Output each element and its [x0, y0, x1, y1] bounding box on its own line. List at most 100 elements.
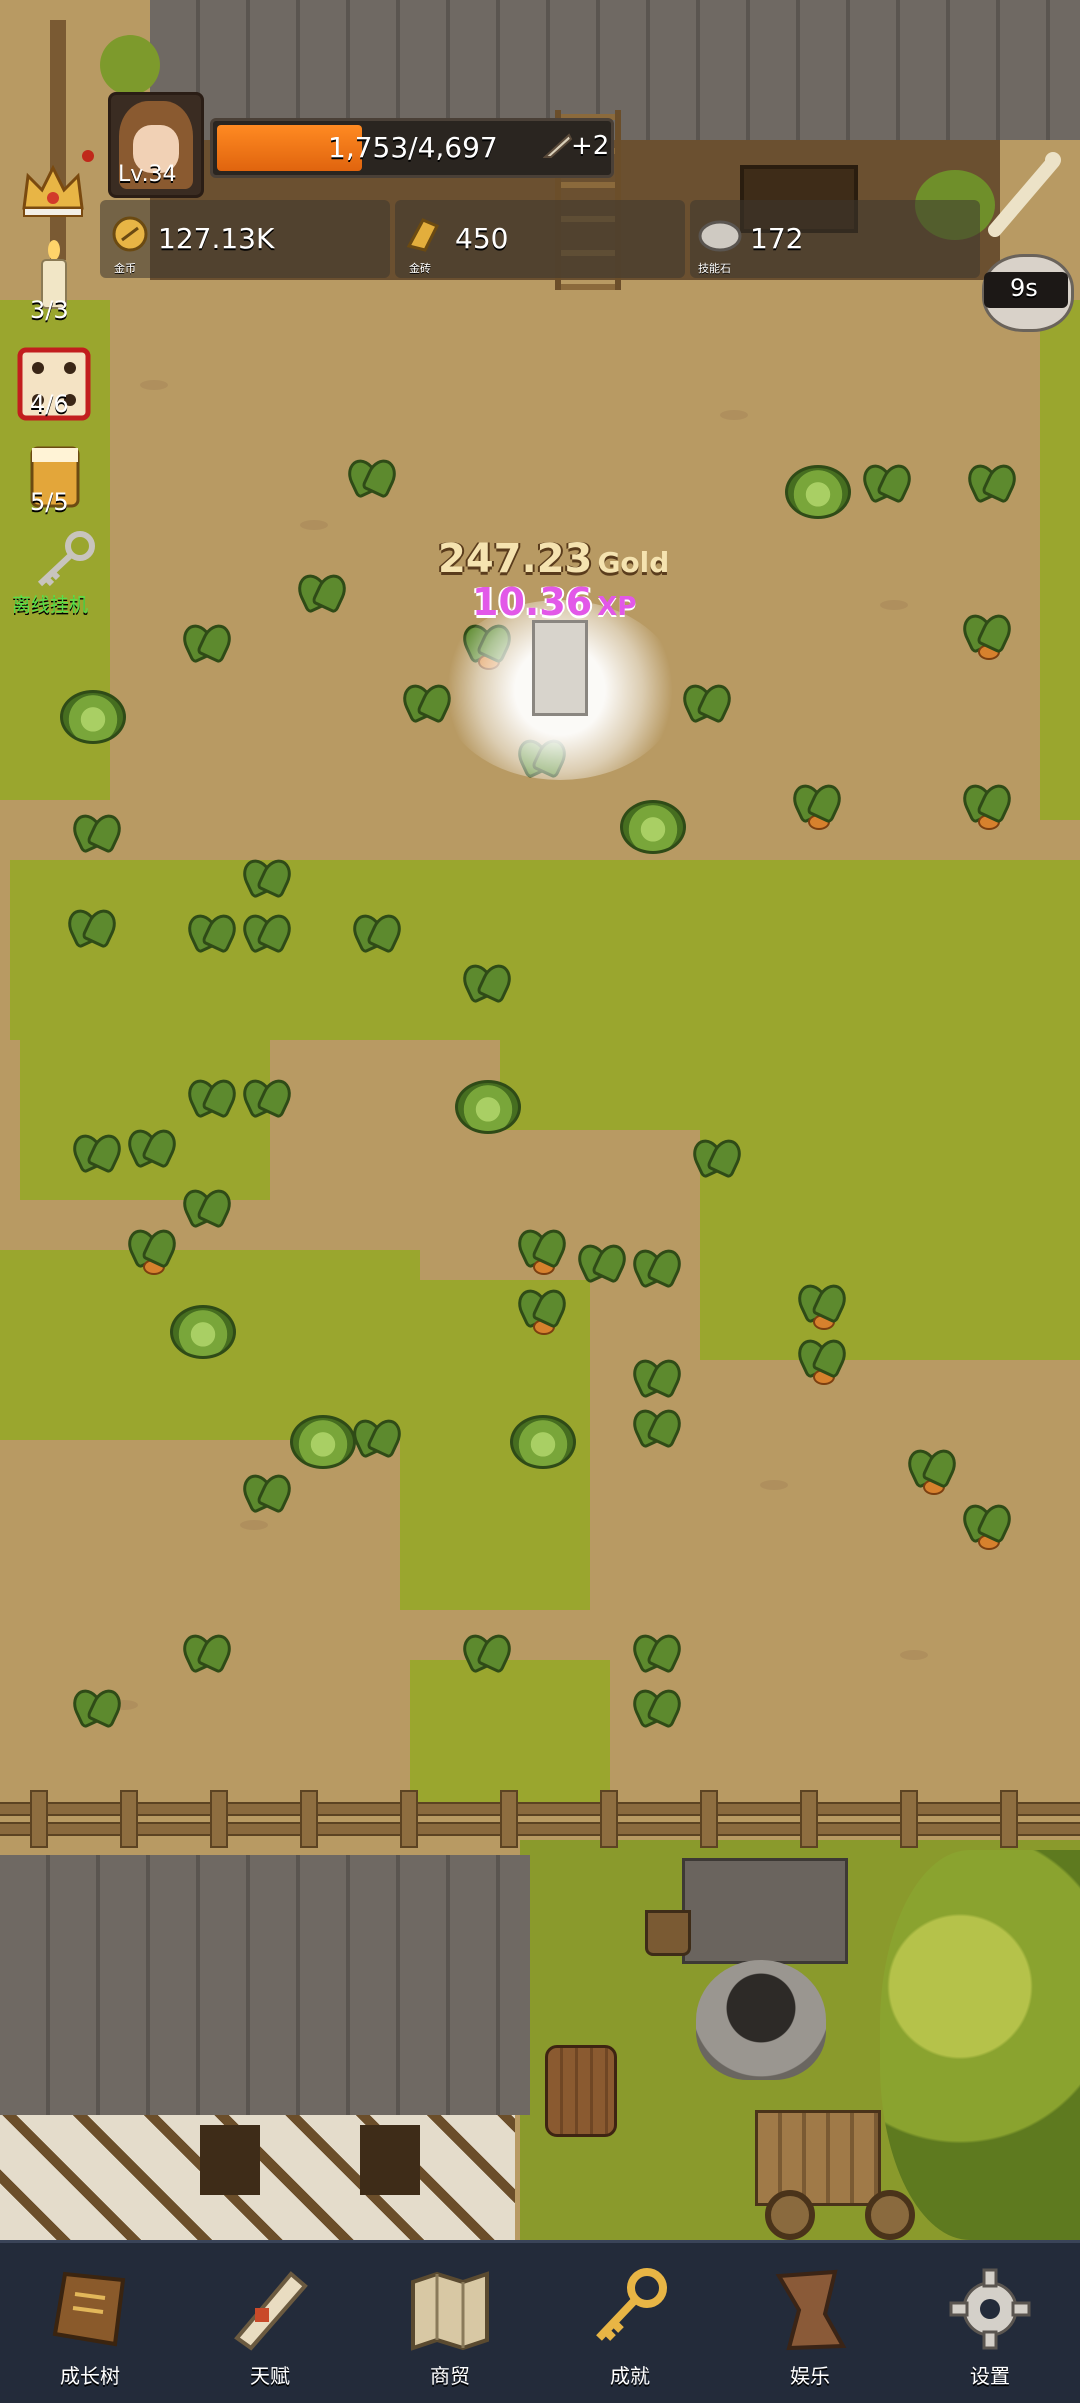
- timer-label: 9s: [1010, 274, 1038, 302]
- grass-patch: [1040, 300, 1080, 820]
- gold-coin-counter[interactable]: 127.13K 金币: [100, 200, 390, 278]
- sprout-plant[interactable]: [240, 1075, 294, 1121]
- offline-idle-button[interactable]: 离线挂机: [10, 530, 120, 620]
- cabbage-plant[interactable]: [620, 800, 686, 854]
- nav-settings[interactable]: 设置: [900, 2240, 1080, 2400]
- well[interactable]: [696, 1960, 826, 2080]
- sprout-plant[interactable]: [70, 1130, 124, 1176]
- oak-tree: [880, 1850, 1080, 2240]
- bone-icon: [985, 150, 1065, 244]
- gold-bar-value: 450: [455, 222, 509, 255]
- bone-button[interactable]: [985, 150, 1065, 240]
- carrot-root: [978, 814, 1000, 830]
- cart-wheel: [765, 2190, 815, 2240]
- candle-button[interactable]: 3/3: [22, 240, 82, 330]
- nav-entertainment[interactable]: 娱乐: [720, 2240, 900, 2400]
- sprout-plant[interactable]: [965, 460, 1019, 506]
- sprout-plant[interactable]: [460, 960, 514, 1006]
- carrot-plant[interactable]: [905, 1445, 959, 1495]
- candle-count: 3/3: [30, 296, 69, 324]
- sprout-plant[interactable]: [240, 910, 294, 956]
- sprout-plant[interactable]: [690, 1135, 744, 1181]
- sprout-plant[interactable]: [240, 855, 294, 901]
- dirt-speck: [880, 600, 908, 610]
- sprout-plant[interactable]: [70, 1685, 124, 1731]
- player-level: Lv.34: [118, 162, 177, 187]
- carrot-plant[interactable]: [515, 1225, 569, 1275]
- sprout-plant[interactable]: [630, 1630, 684, 1676]
- carrot-root: [813, 1369, 835, 1385]
- carrot-plant[interactable]: [960, 780, 1014, 830]
- carrot-plant[interactable]: [795, 1280, 849, 1330]
- dice-button[interactable]: 4/6: [14, 344, 94, 424]
- sprout-plant[interactable]: [185, 1075, 239, 1121]
- sprout-plant[interactable]: [65, 905, 119, 951]
- sprout-plant[interactable]: [240, 1470, 294, 1516]
- cart-wheel: [865, 2190, 915, 2240]
- gold-popup-unit: Gold: [597, 546, 670, 579]
- dice-count: 4/6: [30, 390, 69, 418]
- grass-patch: [10, 860, 1080, 1040]
- gold-bar-counter[interactable]: 450 金砖: [395, 200, 685, 278]
- sprout-plant[interactable]: [630, 1685, 684, 1731]
- xp-text: 1,753/4,697: [328, 131, 498, 164]
- sprout-plant[interactable]: [460, 1630, 514, 1676]
- gold-coin-icon: [110, 214, 150, 254]
- farmer-character[interactable]: [532, 620, 588, 716]
- sprout-plant[interactable]: [630, 1405, 684, 1451]
- cabbage-plant[interactable]: [290, 1415, 356, 1469]
- sprout-plant[interactable]: [125, 1125, 179, 1171]
- cabbage-plant[interactable]: [60, 690, 126, 744]
- nav-growth-tree-label: 成长树: [60, 2364, 120, 2388]
- sprout-plant[interactable]: [630, 1245, 684, 1291]
- sprout-plant[interactable]: [185, 910, 239, 956]
- carrot-plant[interactable]: [960, 610, 1014, 660]
- sprout-plant[interactable]: [575, 1240, 629, 1286]
- carrot-plant[interactable]: [790, 780, 844, 830]
- cabbage-plant[interactable]: [785, 465, 851, 519]
- crown-button[interactable]: [18, 160, 88, 220]
- carrot-root: [923, 1479, 945, 1495]
- rock-timer-button[interactable]: 9s: [980, 250, 1074, 332]
- cabbage-plant[interactable]: [170, 1305, 236, 1359]
- sprout-plant[interactable]: [680, 680, 734, 726]
- carrot-plant[interactable]: [795, 1335, 849, 1385]
- sprout-plant[interactable]: [350, 910, 404, 956]
- carrot-plant[interactable]: [125, 1225, 179, 1275]
- carrot-root: [978, 1534, 1000, 1550]
- sprout-plant[interactable]: [180, 620, 234, 666]
- gold-coin-label: 金币: [114, 262, 136, 275]
- xp-popup: 10.36 XP: [472, 580, 636, 624]
- carrot-plant[interactable]: [960, 1500, 1014, 1550]
- gold-bar-label: 金砖: [409, 262, 431, 275]
- sprout-plant[interactable]: [350, 1415, 404, 1461]
- nav-trade-label: 商贸: [430, 2364, 470, 2388]
- gold-popup: 247.23 Gold: [438, 536, 669, 582]
- map-icon: [405, 2264, 495, 2354]
- carrot-plant[interactable]: [515, 1285, 569, 1335]
- gold-bar-icon: [403, 214, 443, 254]
- skill-stone-counter[interactable]: 172 技能石: [690, 200, 980, 278]
- nav-talent[interactable]: 天赋: [180, 2240, 360, 2400]
- cabbage-plant[interactable]: [510, 1415, 576, 1469]
- dirt-speck: [140, 380, 168, 390]
- nav-talent-label: 天赋: [250, 2364, 290, 2388]
- nav-growth-tree[interactable]: 成长树: [0, 2240, 180, 2400]
- carrot-root: [808, 814, 830, 830]
- feather-icon: [542, 133, 573, 159]
- nav-trade[interactable]: 商贸: [360, 2240, 540, 2400]
- sprout-plant[interactable]: [70, 810, 124, 856]
- cabbage-plant[interactable]: [455, 1080, 521, 1134]
- nav-achievement[interactable]: 成就: [540, 2240, 720, 2400]
- sprout-plant[interactable]: [860, 460, 914, 506]
- nav-settings-label: 设置: [970, 2364, 1010, 2388]
- beer-button[interactable]: 5/5: [22, 440, 92, 520]
- sprout-plant[interactable]: [630, 1355, 684, 1401]
- wooden-cart: [755, 2110, 881, 2206]
- sprout-plant[interactable]: [180, 1630, 234, 1676]
- sprout-plant[interactable]: [180, 1185, 234, 1231]
- house-window: [200, 2125, 260, 2195]
- sprout-plant[interactable]: [345, 455, 399, 501]
- carrot-root: [533, 1319, 555, 1335]
- sprout-plant[interactable]: [295, 570, 349, 616]
